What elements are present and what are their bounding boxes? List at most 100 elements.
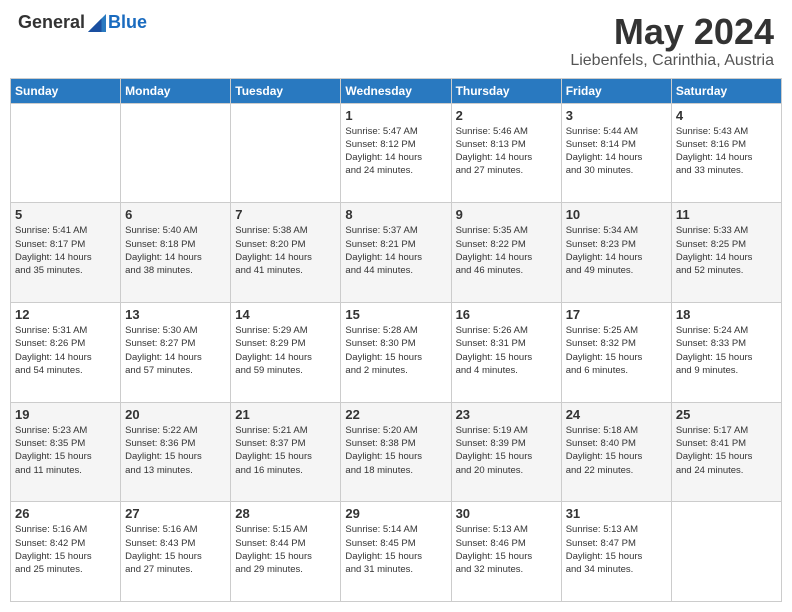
calendar-cell: 5Sunrise: 5:41 AM Sunset: 8:17 PM Daylig… xyxy=(11,203,121,303)
calendar-cell: 29Sunrise: 5:14 AM Sunset: 8:45 PM Dayli… xyxy=(341,502,451,602)
day-info: Sunrise: 5:21 AM Sunset: 8:37 PM Dayligh… xyxy=(235,424,336,477)
day-info: Sunrise: 5:15 AM Sunset: 8:44 PM Dayligh… xyxy=(235,523,336,576)
day-info: Sunrise: 5:43 AM Sunset: 8:16 PM Dayligh… xyxy=(676,125,777,178)
day-info: Sunrise: 5:33 AM Sunset: 8:25 PM Dayligh… xyxy=(676,224,777,277)
day-info: Sunrise: 5:23 AM Sunset: 8:35 PM Dayligh… xyxy=(15,424,116,477)
calendar-cell: 9Sunrise: 5:35 AM Sunset: 8:22 PM Daylig… xyxy=(451,203,561,303)
logo: General Blue xyxy=(18,12,147,33)
day-number: 2 xyxy=(456,108,557,123)
day-number: 20 xyxy=(125,407,226,422)
calendar-header-cell-tuesday: Tuesday xyxy=(231,78,341,103)
day-info: Sunrise: 5:17 AM Sunset: 8:41 PM Dayligh… xyxy=(676,424,777,477)
day-info: Sunrise: 5:26 AM Sunset: 8:31 PM Dayligh… xyxy=(456,324,557,377)
calendar-cell: 2 Sunrise: 5:46 AM Sunset: 8:13 PM Daylig… xyxy=(451,103,561,203)
title-block: May 2024 Liebenfels, Carinthia, Austria xyxy=(570,12,774,70)
calendar-header-cell-friday: Friday xyxy=(561,78,671,103)
day-info: Sunrise: 5:37 AM Sunset: 8:21 PM Dayligh… xyxy=(345,224,446,277)
day-number: 11 xyxy=(676,207,777,222)
day-number: 13 xyxy=(125,307,226,322)
calendar-week-row: 26 Sunrise: 5:16 AM Sunset: 8:42 PM Dayli… xyxy=(11,502,782,602)
day-number: 3 xyxy=(566,108,667,123)
day-info: Sunrise: 5:29 AM Sunset: 8:29 PM Dayligh… xyxy=(235,324,336,377)
day-number: 23 xyxy=(456,407,557,422)
calendar-cell: 10 Sunrise: 5:34 AM Sunset: 8:23 PM Dayli… xyxy=(561,203,671,303)
day-info: Sunrise: 5:24 AM Sunset: 8:33 PM Dayligh… xyxy=(676,324,777,377)
day-number: 1 xyxy=(345,108,446,123)
day-info: Sunrise: 5:40 AM Sunset: 8:18 PM Dayligh… xyxy=(125,224,226,277)
calendar-cell: 15 Sunrise: 5:28 AM Sunset: 8:30 PM Dayli… xyxy=(341,302,451,402)
day-number: 9 xyxy=(456,207,557,222)
calendar-cell: 25 Sunrise: 5:17 AM Sunset: 8:41 PM Dayli… xyxy=(671,402,781,502)
calendar-cell: 23Sunrise: 5:19 AM Sunset: 8:39 PM Dayli… xyxy=(451,402,561,502)
day-number: 7 xyxy=(235,207,336,222)
calendar-week-row: 19 Sunrise: 5:23 AM Sunset: 8:35 PM Dayli… xyxy=(11,402,782,502)
day-number: 31 xyxy=(566,506,667,521)
day-info: Sunrise: 5:13 AM Sunset: 8:47 PM Dayligh… xyxy=(566,523,667,576)
calendar-header-cell-wednesday: Wednesday xyxy=(341,78,451,103)
day-number: 22 xyxy=(345,407,446,422)
day-number: 29 xyxy=(345,506,446,521)
calendar-cell: 17Sunrise: 5:25 AM Sunset: 8:32 PM Dayli… xyxy=(561,302,671,402)
calendar-body: 1 Sunrise: 5:47 AM Sunset: 8:12 PM Daylig… xyxy=(11,103,782,601)
day-number: 28 xyxy=(235,506,336,521)
calendar-cell: 27Sunrise: 5:16 AM Sunset: 8:43 PM Dayli… xyxy=(121,502,231,602)
logo-blue-text: Blue xyxy=(108,12,147,33)
calendar-cell xyxy=(11,103,121,203)
calendar-cell xyxy=(231,103,341,203)
day-number: 12 xyxy=(15,307,116,322)
day-number: 15 xyxy=(345,307,446,322)
day-info: Sunrise: 5:31 AM Sunset: 8:26 PM Dayligh… xyxy=(15,324,116,377)
calendar-cell: 14 Sunrise: 5:29 AM Sunset: 8:29 PM Dayli… xyxy=(231,302,341,402)
day-info: Sunrise: 5:30 AM Sunset: 8:27 PM Dayligh… xyxy=(125,324,226,377)
calendar-cell: 1 Sunrise: 5:47 AM Sunset: 8:12 PM Daylig… xyxy=(341,103,451,203)
calendar-cell xyxy=(121,103,231,203)
calendar-cell: 11 Sunrise: 5:33 AM Sunset: 8:25 PM Dayli… xyxy=(671,203,781,303)
day-info: Sunrise: 5:41 AM Sunset: 8:17 PM Dayligh… xyxy=(15,224,116,277)
day-info: Sunrise: 5:13 AM Sunset: 8:46 PM Dayligh… xyxy=(456,523,557,576)
calendar-cell: 6Sunrise: 5:40 AM Sunset: 8:18 PM Daylig… xyxy=(121,203,231,303)
day-number: 14 xyxy=(235,307,336,322)
logo-icon xyxy=(88,14,106,32)
calendar-table: SundayMondayTuesdayWednesdayThursdayFrid… xyxy=(10,78,782,602)
day-info: Sunrise: 5:18 AM Sunset: 8:40 PM Dayligh… xyxy=(566,424,667,477)
day-info: Sunrise: 5:16 AM Sunset: 8:42 PM Dayligh… xyxy=(15,523,116,576)
header: General Blue May 2024 Liebenfels, Carint… xyxy=(0,0,792,78)
day-number: 16 xyxy=(456,307,557,322)
calendar-cell: 28 Sunrise: 5:15 AM Sunset: 8:44 PM Dayli… xyxy=(231,502,341,602)
calendar-header-cell-monday: Monday xyxy=(121,78,231,103)
day-number: 8 xyxy=(345,207,446,222)
day-info: Sunrise: 5:47 AM Sunset: 8:12 PM Dayligh… xyxy=(345,125,446,178)
calendar-cell: 31 Sunrise: 5:13 AM Sunset: 8:47 PM Dayli… xyxy=(561,502,671,602)
logo-general-text: General xyxy=(18,12,85,33)
day-info: Sunrise: 5:20 AM Sunset: 8:38 PM Dayligh… xyxy=(345,424,446,477)
day-info: Sunrise: 5:22 AM Sunset: 8:36 PM Dayligh… xyxy=(125,424,226,477)
day-number: 30 xyxy=(456,506,557,521)
day-number: 27 xyxy=(125,506,226,521)
day-number: 10 xyxy=(566,207,667,222)
calendar-cell: 12 Sunrise: 5:31 AM Sunset: 8:26 PM Dayli… xyxy=(11,302,121,402)
calendar-cell: 26 Sunrise: 5:16 AM Sunset: 8:42 PM Dayli… xyxy=(11,502,121,602)
page: General Blue May 2024 Liebenfels, Carint… xyxy=(0,0,792,612)
calendar-week-row: 5Sunrise: 5:41 AM Sunset: 8:17 PM Daylig… xyxy=(11,203,782,303)
main-title: May 2024 xyxy=(570,12,774,52)
day-number: 4 xyxy=(676,108,777,123)
calendar-cell: 21Sunrise: 5:21 AM Sunset: 8:37 PM Dayli… xyxy=(231,402,341,502)
calendar-cell: 13 Sunrise: 5:30 AM Sunset: 8:27 PM Dayli… xyxy=(121,302,231,402)
day-info: Sunrise: 5:44 AM Sunset: 8:14 PM Dayligh… xyxy=(566,125,667,178)
subtitle: Liebenfels, Carinthia, Austria xyxy=(570,52,774,70)
calendar-cell: 30 Sunrise: 5:13 AM Sunset: 8:46 PM Dayli… xyxy=(451,502,561,602)
calendar-cell: 20 Sunrise: 5:22 AM Sunset: 8:36 PM Dayli… xyxy=(121,402,231,502)
calendar-cell: 18 Sunrise: 5:24 AM Sunset: 8:33 PM Dayli… xyxy=(671,302,781,402)
day-number: 26 xyxy=(15,506,116,521)
day-info: Sunrise: 5:34 AM Sunset: 8:23 PM Dayligh… xyxy=(566,224,667,277)
day-number: 18 xyxy=(676,307,777,322)
calendar-header-row: SundayMondayTuesdayWednesdayThursdayFrid… xyxy=(11,78,782,103)
day-number: 19 xyxy=(15,407,116,422)
day-number: 25 xyxy=(676,407,777,422)
day-info: Sunrise: 5:46 AM Sunset: 8:13 PM Dayligh… xyxy=(456,125,557,178)
calendar-cell xyxy=(671,502,781,602)
calendar-header-cell-saturday: Saturday xyxy=(671,78,781,103)
calendar-cell: 4 Sunrise: 5:43 AM Sunset: 8:16 PM Daylig… xyxy=(671,103,781,203)
calendar-cell: 3 Sunrise: 5:44 AM Sunset: 8:14 PM Daylig… xyxy=(561,103,671,203)
day-info: Sunrise: 5:28 AM Sunset: 8:30 PM Dayligh… xyxy=(345,324,446,377)
